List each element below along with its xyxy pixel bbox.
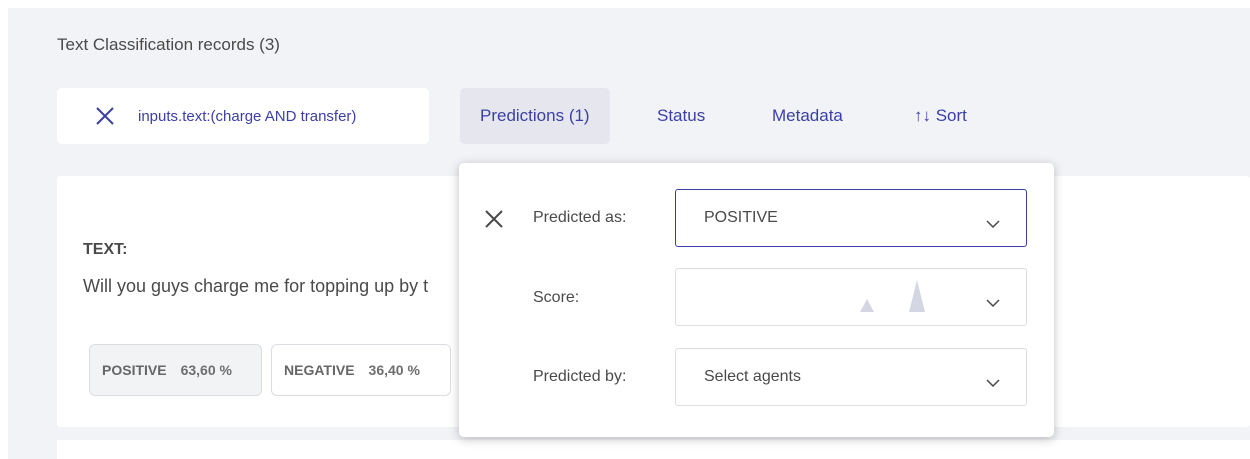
prediction-chip-positive: POSITIVE 63,60 % [89,344,262,396]
tab-metadata[interactable]: Metadata [772,88,843,144]
predictions-filter-dropdown: Predicted as: POSITIVE Score: Predicted … [459,163,1054,437]
prediction-label: NEGATIVE [284,362,355,378]
search-query-text: inputs.text:(charge AND transfer) [138,107,357,125]
tab-status[interactable]: Status [657,88,705,144]
prediction-chip-negative: NEGATIVE 36,40 % [271,344,451,396]
text-field-label: TEXT: [83,241,128,258]
search-query-chip: inputs.text:(charge AND transfer) [57,88,429,144]
record-card-next [57,440,1250,459]
score-histogram [860,280,925,312]
prediction-label: POSITIVE [102,362,167,378]
score-label: Score: [533,289,580,306]
close-icon[interactable] [484,209,504,229]
predicted-by-label: Predicted by: [533,368,627,385]
close-icon[interactable] [95,106,115,126]
chevron-down-icon [986,374,1000,388]
page-title: Text Classification records (3) [57,35,280,54]
chevron-down-icon [986,215,1000,229]
prediction-score: 63,60 % [180,362,232,378]
predicted-by-select[interactable]: Select agents [675,348,1027,406]
predicted-as-label: Predicted as: [533,209,627,226]
record-text: Will you guys charge me for topping up b… [83,276,429,296]
predicted-as-value: POSITIVE [704,209,778,226]
predicted-as-select[interactable]: POSITIVE [675,189,1027,247]
prediction-score: 36,40 % [368,362,420,378]
chevron-down-icon [986,294,1000,308]
tab-predictions[interactable]: Predictions (1) [460,88,610,144]
predicted-by-placeholder: Select agents [704,368,801,385]
score-select[interactable] [675,268,1027,326]
tab-sort[interactable]: ↑↓ Sort [914,88,967,144]
